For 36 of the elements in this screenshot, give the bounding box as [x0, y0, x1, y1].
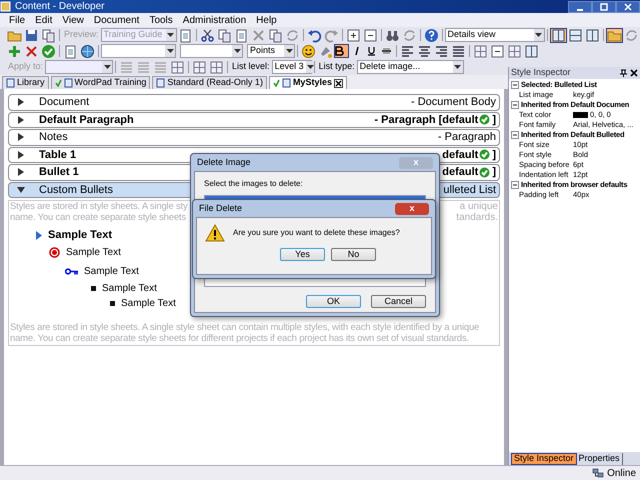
style-type: ulleted List [443, 182, 496, 198]
style-type: default [442, 165, 478, 180]
preview-label: Preview: [63, 28, 100, 42]
list-type-label: List type: [318, 60, 356, 74]
sample-paragraph-line: a unique [460, 201, 498, 212]
style-name: Table 1 [39, 148, 76, 162]
sample-paragraph-line: name. You can create separate style sheets [10, 212, 187, 223]
bracket-text: ] [492, 148, 496, 162]
dialog-prompt: Select the images to delete: [204, 178, 304, 190]
window-title: Content - Developer [15, 0, 104, 14]
style-type: - Paragraph [438, 130, 496, 145]
style-name: Document [39, 95, 90, 110]
panel-title: Style Inspector [511, 66, 571, 80]
style-name: Default Paragraph [39, 112, 134, 128]
sample-text: Sample Text [48, 230, 112, 240]
style-type: default [442, 148, 478, 162]
apply-to-label: Apply to: [7, 60, 44, 74]
sample-paragraph: Styles are stored in style sheets. A single style sheet can contain multiple styles, with each style identified by a unique name. You can create separate style sheets for different projects if each project has its own set of visual standards. [9, 322, 480, 345]
sample-text: Sample Text [121, 298, 176, 308]
style-type: - Document Body [411, 95, 496, 110]
sample-paragraph-line: Styles are stored in style sheets. A single sty [10, 201, 188, 212]
dialog-title: Delete Image [197, 156, 251, 169]
style-name: Notes [39, 130, 68, 145]
style-name: Custom Bullets [39, 182, 113, 198]
sample-text: Sample Text [66, 247, 121, 258]
sample-text: Sample Text [84, 266, 139, 276]
style-name: Bullet 1 [39, 165, 79, 180]
sample-paragraph-line: tandards. [456, 212, 498, 223]
dialog-title: File Delete [199, 202, 242, 215]
status-text: Online [607, 466, 636, 480]
sample-text: Sample Text [102, 282, 157, 294]
bracket-text: ] [492, 165, 496, 180]
style-type: - Paragraph [default [374, 112, 478, 128]
bracket-text: ] [492, 112, 496, 128]
dialog-message: Are you sure you want to delete these images? [233, 227, 400, 239]
list-level-label: List level: [231, 60, 271, 74]
